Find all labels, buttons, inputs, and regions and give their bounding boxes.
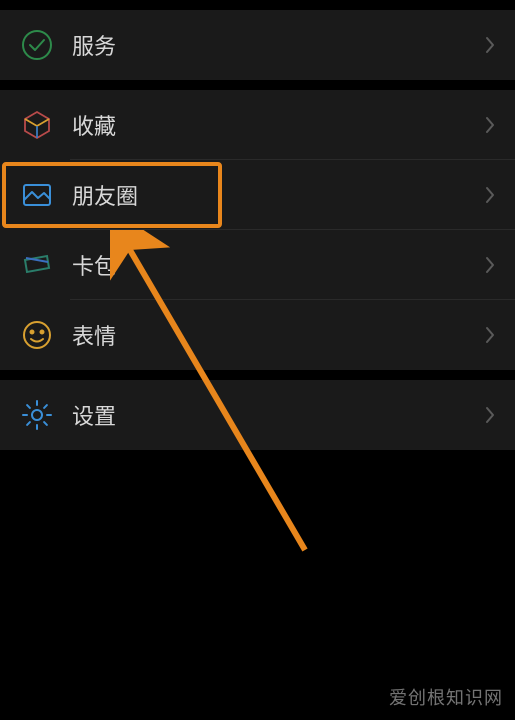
chevron-right-icon — [485, 186, 495, 204]
gear-icon — [20, 398, 54, 432]
menu-item-stickers[interactable]: 表情 — [0, 300, 515, 370]
menu-label-stickers: 表情 — [72, 319, 485, 351]
menu-item-cards[interactable]: 卡包 — [0, 230, 515, 300]
chevron-right-icon — [485, 406, 495, 424]
cube-icon — [20, 108, 54, 142]
menu-label-cards: 卡包 — [72, 249, 485, 281]
menu-label-moments: 朋友圈 — [72, 179, 485, 211]
chevron-right-icon — [485, 36, 495, 54]
wallet-icon — [20, 248, 54, 282]
menu-item-moments[interactable]: 朋友圈 — [0, 160, 515, 230]
menu-group-1: 服务 — [0, 10, 515, 80]
service-check-icon — [20, 28, 54, 62]
chevron-right-icon — [485, 326, 495, 344]
watermark-text: 爱创根知识网 — [389, 684, 503, 710]
menu-item-settings[interactable]: 设置 — [0, 380, 515, 450]
chevron-right-icon — [485, 256, 495, 274]
smiley-icon — [20, 318, 54, 352]
menu-group-3: 设置 — [0, 380, 515, 450]
gallery-icon — [20, 178, 54, 212]
chevron-right-icon — [485, 116, 495, 134]
menu-group-2: 收藏 朋友圈 卡包 — [0, 90, 515, 370]
menu-label-settings: 设置 — [72, 399, 485, 431]
menu-item-favorites[interactable]: 收藏 — [0, 90, 515, 160]
menu-label-services: 服务 — [72, 29, 485, 61]
menu-item-services[interactable]: 服务 — [0, 10, 515, 80]
menu-label-favorites: 收藏 — [72, 109, 485, 141]
